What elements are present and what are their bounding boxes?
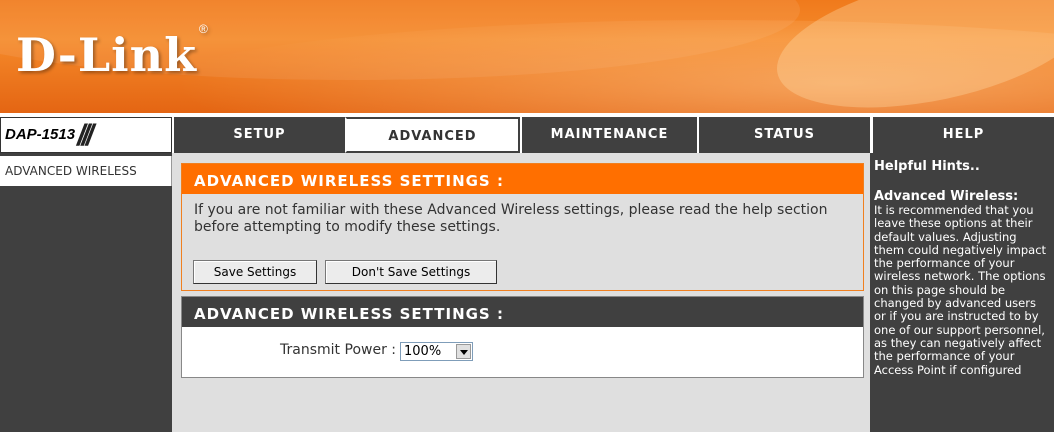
settings-info-box: ADVANCED WIRELESS SETTINGS : If you are … xyxy=(181,163,864,291)
header-banner: D-Link ® xyxy=(0,0,1054,113)
save-settings-button[interactable]: Save Settings xyxy=(193,260,317,284)
section-title: ADVANCED WIRELESS SETTINGS : xyxy=(182,297,863,327)
chevron-down-icon[interactable] xyxy=(456,344,471,359)
transmit-power-label: Transmit Power : xyxy=(280,342,396,358)
left-sidebar: ADVANCED WIRELESS xyxy=(0,153,172,432)
sidebar-item-advanced-wireless[interactable]: ADVANCED WIRELESS xyxy=(0,156,172,186)
help-subtitle: Advanced Wireless: xyxy=(874,189,1019,204)
tab-setup[interactable]: SETUP xyxy=(172,117,345,153)
section-title: ADVANCED WIRELESS SETTINGS : xyxy=(182,164,863,194)
section-description: If you are not familiar with these Advan… xyxy=(194,202,828,235)
help-panel: Helpful Hints.. Advanced Wireless: It is… xyxy=(870,153,1054,432)
registered-mark: ® xyxy=(198,21,209,36)
wireless-settings-box: ADVANCED WIRELESS SETTINGS : Transmit Po… xyxy=(181,296,864,378)
model-name: DAP-1513 xyxy=(5,126,76,143)
dont-save-settings-button[interactable]: Don't Save Settings xyxy=(325,260,497,284)
model-badge: DAP-1513 /// xyxy=(0,117,172,153)
dlink-logo: D-Link ® xyxy=(16,22,208,82)
transmit-power-value: 100% xyxy=(404,344,442,359)
help-title: Helpful Hints.. xyxy=(874,159,980,174)
tab-advanced[interactable]: ADVANCED xyxy=(345,117,520,153)
model-slashes: /// xyxy=(77,119,94,152)
transmit-power-select[interactable]: 100% xyxy=(400,342,473,361)
top-nav: DAP-1513 /// SETUP ADVANCED MAINTENANCE … xyxy=(0,117,1054,153)
main-content: ADVANCED WIRELESS SETTINGS : If you are … xyxy=(172,153,870,432)
tab-maintenance[interactable]: MAINTENANCE xyxy=(520,117,697,153)
tab-help[interactable]: HELP xyxy=(870,117,1054,153)
logo-text: D-Link xyxy=(16,28,197,82)
tab-status[interactable]: STATUS xyxy=(697,117,870,153)
help-body: It is recommended that you leave these o… xyxy=(874,203,1047,377)
